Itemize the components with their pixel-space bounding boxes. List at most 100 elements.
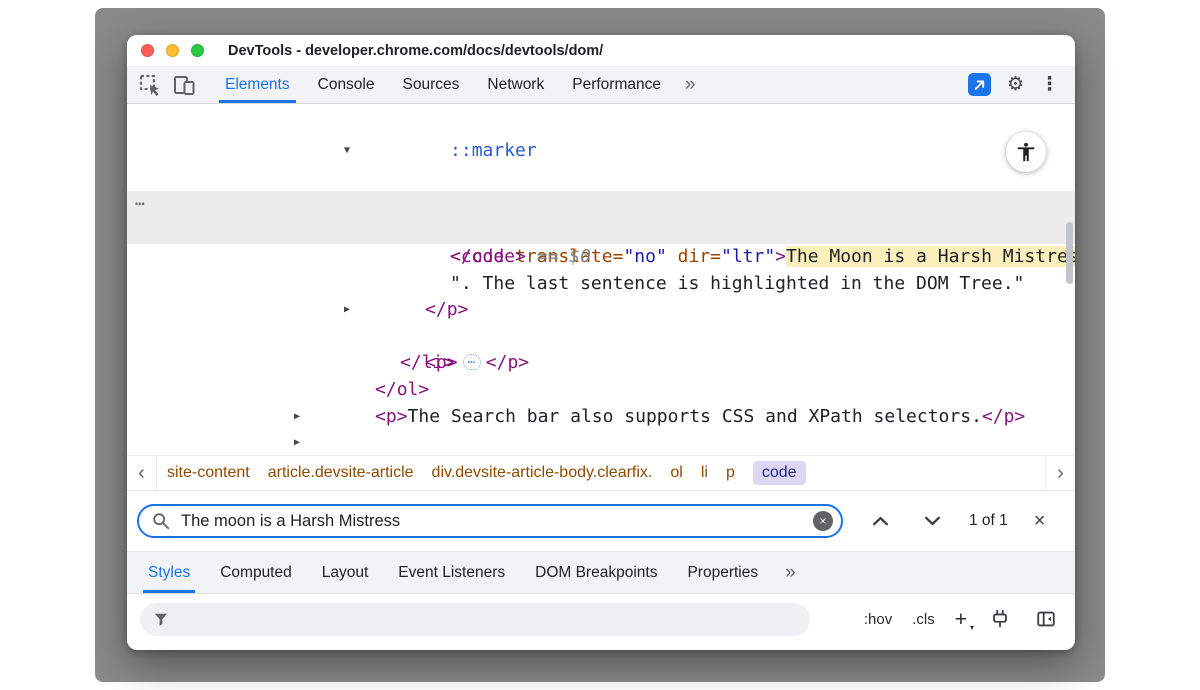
dom-node-code-selected[interactable]: ⋯ <code translate="no" dir="ltr">The Moo… [127,191,1075,218]
dom-node-p-collapsed-3[interactable]: ▶ <p>⋯</p> [127,430,1075,455]
style-filter-input[interactable] [178,610,810,629]
tab-label: Sources [403,76,460,94]
panel-tabs: Elements Console Sources Network Perform… [211,66,706,103]
dom-node-p-searchbar[interactable]: <p>The Search bar also supports CSS and … [127,377,1075,404]
breadcrumb-item-code[interactable]: code [753,461,806,485]
device-toolbar-icon [172,73,196,97]
search-result-count: 1 of 1 [969,512,1008,530]
minimize-traffic-light-button[interactable] [166,44,179,57]
dom-node-li-close[interactable]: </li> [127,324,1075,351]
close-traffic-light-button[interactable] [141,44,154,57]
accessibility-person-icon [1015,141,1037,163]
tab-layout[interactable]: Layout [307,552,384,593]
new-style-rule-button[interactable]: + ▾ [955,609,967,630]
tab-label: Computed [220,564,292,582]
tab-sources[interactable]: Sources [389,66,474,103]
tab-network[interactable]: Network [473,66,558,103]
overflow-ellipsis: ⋯ [135,191,145,218]
styles-toolbar: :hov .cls + ▾ [127,594,1075,644]
tab-label: Event Listeners [398,564,505,582]
toggle-element-state-button[interactable]: :hov [864,611,892,628]
styles-toolbar-controls: :hov .cls + ▾ [864,606,1075,632]
settings-button[interactable]: ⚙ [1007,75,1024,94]
devtools-window: DevTools - developer.chrome.com/docs/dev… [127,35,1075,650]
chevron-up-icon [872,516,889,526]
chevron-double-right-icon: » [785,562,796,583]
next-result-button[interactable] [921,510,943,532]
tab-console[interactable]: Console [304,66,389,103]
element-classes-button[interactable]: .cls [912,611,935,628]
dom-node-p-open[interactable]: ▼ <p> [127,138,1075,165]
window-titlebar: DevTools - developer.chrome.com/docs/dev… [127,35,1075,66]
tab-label: Properties [687,564,758,582]
tab-label: Performance [572,76,661,94]
inspect-element-button[interactable] [133,66,167,104]
toolbar-right-controls: ⚙ ⋮ [968,73,1075,96]
dom-node-code-close[interactable]: </code> == $0 [127,217,1075,244]
toggle-device-toolbar-button[interactable] [167,66,201,104]
filter-funnel-icon [152,610,170,628]
close-icon: × [1034,510,1046,532]
style-filter-box [140,603,810,636]
accessibility-button[interactable] [1006,132,1046,172]
tab-event-listeners[interactable]: Event Listeners [383,552,520,593]
devtools-toolbar: Elements Console Sources Network Perform… [127,66,1075,104]
dom-node-pseudo-marker[interactable]: ::marker [127,111,1075,138]
tab-label: Styles [148,564,190,582]
tab-label: Layout [322,564,369,582]
more-sidebar-tabs-button[interactable]: » [773,562,808,584]
close-search-button[interactable]: × [1034,511,1046,531]
zoom-traffic-light-button[interactable] [191,44,204,57]
chevron-down-icon [924,516,941,526]
dom-node-ol-close[interactable]: </ol> [127,350,1075,377]
breadcrumb-scroll-left-button[interactable]: ‹ [127,456,157,490]
tab-properties[interactable]: Properties [672,552,773,593]
expand-triangle-icon[interactable]: ▶ [289,430,305,455]
dom-node-p-collapsed-2[interactable]: ▶ <p>⋯</p> [127,404,1075,431]
tab-label: Console [318,76,375,94]
tab-styles[interactable]: Styles [133,552,205,593]
window-title: DevTools - developer.chrome.com/docs/dev… [228,43,603,59]
search-input[interactable] [179,511,813,532]
inspect-cursor-icon [138,73,162,97]
more-panels-button[interactable]: » [675,66,706,103]
tab-label: Elements [225,76,290,94]
arrow-cursor-icon [972,77,987,92]
chevron-right-icon: › [1057,462,1064,485]
plug-icon [989,608,1011,630]
clear-x-icon: × [819,515,826,527]
chevron-left-icon: ‹ [138,462,145,485]
dom-node-text-type[interactable]: "Type " [127,164,1075,191]
tab-computed[interactable]: Computed [205,552,307,593]
menu-button[interactable]: ⋮ [1040,75,1059,94]
blue-badge-button[interactable] [968,73,991,96]
breadcrumb-item-site-content[interactable]: site-content [167,464,250,482]
previous-result-button[interactable] [869,510,891,532]
expand-triangle-icon[interactable]: ▶ [339,297,355,324]
breadcrumb-bar: ‹ site-content article.devsite-article d… [127,455,1075,490]
styles-tool-button[interactable] [987,606,1013,632]
clear-search-button[interactable]: × [813,511,833,531]
breadcrumb-item-li[interactable]: li [701,464,708,482]
kebab-menu-icon: ⋮ [1040,74,1059,95]
breadcrumb-scroll-right-button[interactable]: › [1045,456,1075,490]
tab-dom-breakpoints[interactable]: DOM Breakpoints [520,552,672,593]
tab-performance[interactable]: Performance [558,66,675,103]
tab-label: Network [487,76,544,94]
tab-elements[interactable]: Elements [211,66,304,103]
expand-triangle-icon[interactable]: ▶ [289,404,305,431]
breadcrumb-item-ol[interactable]: ol [670,464,682,482]
breadcrumb-item-article[interactable]: article.devsite-article [268,464,414,482]
plus-icon: + [955,608,967,631]
dom-node-p-collapsed-1[interactable]: ▶ <p>⋯</p> [127,297,1075,324]
sidebar-tabs: Styles Computed Layout Event Listeners D… [127,552,1075,594]
breadcrumb-item-div[interactable]: div.devsite-article-body.clearfix. [432,464,653,482]
gear-icon: ⚙ [1007,74,1024,95]
dom-node-p-close[interactable]: </p> [127,271,1075,298]
collapse-triangle-icon[interactable]: ▼ [339,138,355,165]
search-icon [151,511,171,531]
breadcrumb-item-p[interactable]: p [726,464,735,482]
dom-node-text-sentence[interactable]: ". The last sentence is highlighted in t… [127,244,1075,271]
toggle-sidebar-button[interactable] [1033,606,1059,632]
scrollbar-thumb[interactable] [1066,222,1073,284]
